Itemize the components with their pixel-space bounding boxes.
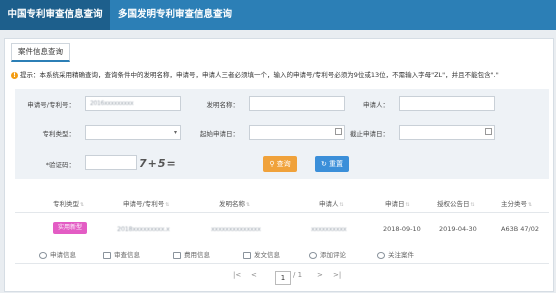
column-header-label: 发明名称 bbox=[219, 200, 245, 208]
patent-type-label: 专利类型： bbox=[42, 130, 76, 138]
application-date-cell: 2018-09-10 bbox=[383, 225, 421, 233]
application-no-cell[interactable]: 2018xxxxxxxxx.x bbox=[117, 225, 170, 233]
add-comment-link[interactable]: 添加评论 bbox=[309, 249, 346, 259]
applicant-label: 申请人： bbox=[363, 101, 389, 109]
lock-icon bbox=[173, 251, 181, 259]
table-header: 专利类型⇅ 申请号/专利号⇅ 发明名称⇅ 申请人⇅ 申请日⇅ 授权公告日⇅ 主分… bbox=[15, 194, 549, 212]
search-button-label: 查询 bbox=[276, 160, 291, 168]
column-header-label: 授权公告日 bbox=[437, 200, 470, 208]
sort-icon: ⇅ bbox=[339, 202, 344, 208]
divider bbox=[15, 263, 549, 264]
star-icon bbox=[377, 251, 385, 259]
column-header[interactable]: 申请号/专利号⇅ bbox=[123, 198, 170, 208]
sort-icon: ⇅ bbox=[80, 202, 85, 208]
table-row[interactable]: 实用新型 2018xxxxxxxxx.x xxxxxxxxxxxxxx xxxx… bbox=[15, 219, 549, 239]
last-page-button[interactable]: >| bbox=[333, 271, 341, 279]
invention-name-label: 发明名称： bbox=[206, 101, 240, 109]
chevron-down-icon: ▾ bbox=[173, 129, 177, 136]
first-page-button[interactable]: |< bbox=[233, 271, 241, 279]
prev-page-button[interactable]: < bbox=[251, 271, 257, 279]
column-header-label: 申请日 bbox=[385, 200, 405, 208]
tab-china-patent-query[interactable]: 中国专利审查信息查询 bbox=[0, 0, 110, 30]
invention-name-cell: xxxxxxxxxxxxxx bbox=[211, 225, 261, 233]
document-icon bbox=[39, 251, 47, 259]
action-label: 费用信息 bbox=[184, 251, 210, 259]
reset-button-label: 重置 bbox=[329, 160, 344, 168]
calendar-icon[interactable] bbox=[485, 128, 492, 135]
application-no-label: 申请号/专利号： bbox=[27, 101, 75, 109]
search-icon: ⚲ bbox=[269, 160, 277, 168]
action-label: 申请信息 bbox=[50, 251, 76, 259]
total-pages: / 1 bbox=[293, 271, 303, 279]
column-header-label: 主分类号 bbox=[501, 200, 527, 208]
start-date-label: 起始申请日： bbox=[200, 130, 239, 138]
search-button[interactable]: ⚲ 查询 bbox=[263, 156, 297, 172]
application-info-link[interactable]: 申请信息 bbox=[39, 249, 76, 259]
reset-button[interactable]: ↻ 重置 bbox=[315, 156, 349, 172]
column-header-label: 申请号/专利号 bbox=[123, 200, 165, 208]
captcha-input[interactable] bbox=[85, 155, 137, 170]
row-actions: 申请信息 审查信息 费用信息 发文信息 添加评论 关注案件 bbox=[15, 247, 549, 261]
notice-label: 提示：本系统采用精确查询，查询条件中的发明名称，申请号，申请人三者必须填一个，输… bbox=[20, 71, 499, 79]
grant-date-cell: 2019-04-30 bbox=[439, 225, 477, 233]
notice-text: ! 提示：本系统采用精确查询，查询条件中的发明名称，申请号，申请人三者必须填一个，… bbox=[11, 69, 499, 79]
top-nav-bar: 中国专利审查信息查询 多国发明专利审查信息查询 bbox=[0, 0, 556, 30]
sort-icon: ⇅ bbox=[165, 202, 170, 208]
column-header[interactable]: 授权公告日⇅ bbox=[437, 198, 476, 208]
sort-icon: ⇅ bbox=[405, 202, 410, 208]
next-page-button[interactable]: > bbox=[317, 271, 323, 279]
page-number-input[interactable]: 1 bbox=[275, 271, 291, 285]
end-date-label: 截止申请日： bbox=[350, 130, 389, 138]
examination-info-link[interactable]: 审查信息 bbox=[103, 249, 140, 259]
warning-icon: ! bbox=[11, 71, 18, 79]
start-date-input[interactable] bbox=[249, 125, 345, 140]
refresh-icon: ↻ bbox=[320, 160, 330, 168]
action-label: 审查信息 bbox=[114, 251, 140, 259]
column-header[interactable]: 发明名称⇅ bbox=[219, 198, 251, 208]
sort-icon: ⇅ bbox=[470, 202, 475, 208]
sort-icon: ⇅ bbox=[528, 202, 533, 208]
column-header[interactable]: 专利类型⇅ bbox=[53, 198, 85, 208]
captcha-image[interactable]: 7+5= bbox=[139, 156, 177, 171]
sort-icon: ⇅ bbox=[246, 202, 251, 208]
comment-icon bbox=[309, 251, 317, 259]
follow-case-link[interactable]: 关注案件 bbox=[377, 249, 414, 259]
action-label: 关注案件 bbox=[388, 251, 414, 259]
application-no-value: 2016xxxxxxxxx bbox=[90, 100, 134, 107]
end-date-input[interactable] bbox=[399, 125, 495, 140]
action-label: 添加评论 bbox=[320, 251, 346, 259]
column-header[interactable]: 主分类号⇅ bbox=[501, 198, 533, 208]
patent-type-badge: 实用新型 bbox=[53, 222, 87, 234]
dispatch-info-link[interactable]: 发文信息 bbox=[243, 249, 280, 259]
applicant-input[interactable] bbox=[399, 96, 495, 111]
captcha-label: *验证码： bbox=[45, 161, 75, 169]
tab-case-info-query[interactable]: 案件信息查询 bbox=[11, 43, 70, 62]
column-header-label: 专利类型 bbox=[53, 200, 79, 208]
action-label: 发文信息 bbox=[254, 251, 280, 259]
applicant-cell: xxxxxxxxxx bbox=[311, 225, 347, 233]
column-header[interactable]: 申请日⇅ bbox=[385, 198, 411, 208]
main-panel: 案件信息查询 ! 提示：本系统采用精确查询，查询条件中的发明名称，申请号，申请人三… bbox=[4, 38, 554, 292]
search-form: 申请号/专利号： 2016xxxxxxxxx 发明名称： 申请人： 专利类型： … bbox=[15, 89, 549, 179]
patent-type-select[interactable]: ▾ bbox=[85, 125, 181, 140]
tab-multinational-patent-query[interactable]: 多国发明专利审查信息查询 bbox=[118, 0, 232, 30]
invention-name-input[interactable] bbox=[249, 96, 345, 111]
column-header-label: 申请人 bbox=[319, 200, 339, 208]
fee-info-link[interactable]: 费用信息 bbox=[173, 249, 210, 259]
divider bbox=[15, 212, 549, 213]
application-no-input[interactable]: 2016xxxxxxxxx bbox=[85, 96, 181, 111]
column-header[interactable]: 申请人⇅ bbox=[319, 198, 345, 208]
mail-icon bbox=[243, 251, 251, 259]
classification-cell: A63B 47/02 bbox=[501, 225, 539, 233]
image-icon bbox=[103, 251, 111, 259]
